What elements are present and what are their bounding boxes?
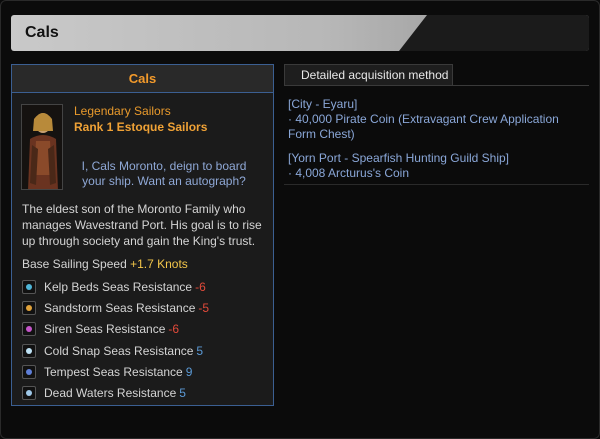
divider — [284, 184, 589, 185]
kelp-beds-icon — [22, 279, 36, 294]
sailor-card-header: Cals — [12, 65, 273, 93]
resistance-item: Siren Seas Resistance -6 — [22, 319, 272, 340]
sailor-quote: I, Cals Moronto, deign to board your shi… — [81, 159, 247, 188]
resistance-label: Cold Snap Seas Resistance — [44, 343, 194, 358]
resistance-value: -5 — [198, 300, 210, 315]
sailor-info-window: Cals Cals Legendary Sailors Rank 1 Estoq… — [0, 0, 600, 439]
resistance-value: -6 — [195, 279, 206, 294]
acquisition-cost: · 40,000 Pirate Coin (Extravagant Crew A… — [288, 112, 559, 141]
resistance-label: Tempest Seas Resistance — [44, 364, 183, 379]
divider — [284, 85, 589, 86]
resistance-item: Kelp Beds Seas Resistance -6 — [22, 276, 272, 297]
speed-label: Base Sailing Speed — [22, 257, 127, 271]
acquisition-entry: [City - Eyaru] · 40,000 Pirate Coin (Ext… — [288, 97, 584, 142]
resistance-value: 9 — [185, 364, 193, 379]
base-sailing-speed: Base Sailing Speed +1.7 Knots — [22, 257, 188, 271]
speed-value: +1.7 Knots — [130, 257, 188, 271]
titlebar-accent — [399, 15, 589, 51]
sailor-card: Cals Legendary Sailors Rank 1 Estoque Sa… — [11, 64, 274, 406]
dead-waters-icon — [22, 386, 36, 401]
sailor-bio: The eldest son of the Moronto Family who… — [22, 202, 262, 248]
resistance-label: Kelp Beds Seas Resistance — [44, 279, 193, 294]
acquisition-cost: · 4,008 Arcturus's Coin — [288, 166, 410, 180]
sandstorm-icon — [22, 300, 36, 315]
resistance-label: Sandstorm Seas Resistance — [44, 300, 196, 315]
resistance-value: -6 — [168, 322, 180, 337]
portrait-image — [22, 105, 62, 189]
siren-icon — [22, 322, 36, 337]
resistance-item: Sandstorm Seas Resistance -5 — [22, 297, 272, 318]
resistance-label: Dead Waters Resistance — [44, 386, 177, 401]
acquisition-location: [City - Eyaru] — [288, 97, 358, 111]
cold-snap-icon — [22, 343, 36, 358]
resistance-value: 5 — [179, 386, 186, 401]
resistance-item: Tempest Seas Resistance 9 — [22, 361, 272, 382]
acquisition-entry: [Yorn Port - Spearfish Hunting Guild Shi… — [288, 151, 584, 181]
window-titlebar: Cals — [11, 15, 589, 51]
sailor-portrait — [21, 104, 63, 190]
resistance-label: Siren Seas Resistance — [44, 322, 166, 337]
resistance-item: Cold Snap Seas Resistance 5 — [22, 340, 272, 361]
sailor-rank: Rank 1 Estoque Sailors — [74, 120, 208, 134]
resistance-list: Kelp Beds Seas Resistance -6 Sandstorm S… — [22, 276, 272, 404]
tab-detailed-acquisition[interactable]: Detailed acquisition method — [284, 64, 453, 85]
acquisition-location: [Yorn Port - Spearfish Hunting Guild Shi… — [288, 151, 510, 165]
tempest-icon — [22, 364, 36, 379]
resistance-value: 5 — [196, 343, 204, 358]
resistance-item: Dead Waters Resistance 5 — [22, 382, 272, 403]
window-title: Cals — [25, 24, 59, 41]
sailor-type: Legendary Sailors — [74, 104, 171, 118]
